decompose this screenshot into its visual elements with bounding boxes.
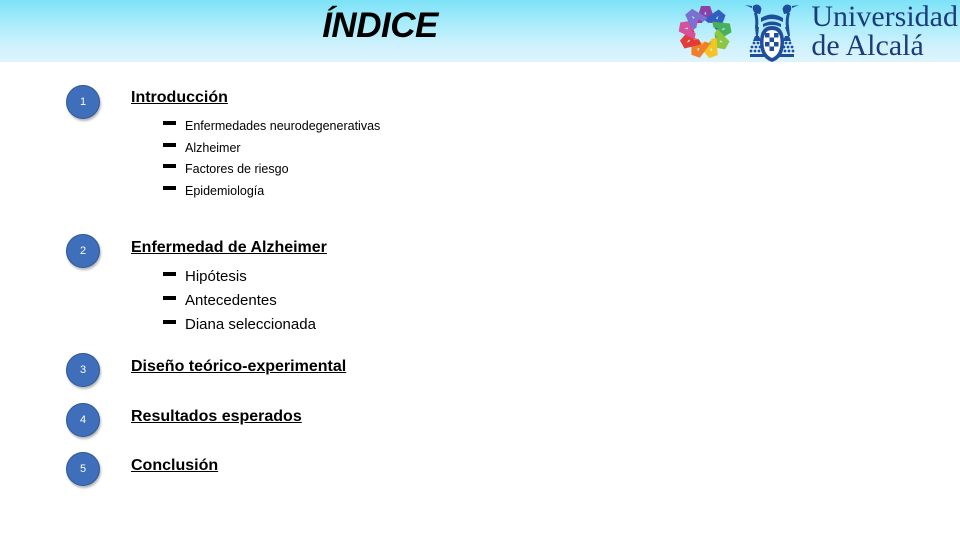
subitem-label: Factores de riesgo (185, 162, 289, 176)
index-list: 1 Introducción Enfermedades neurodegener… (0, 62, 960, 540)
list-item: Factores de riesgo (163, 159, 380, 181)
dash-bullet-icon (163, 320, 176, 324)
subitem-label: Epidemiología (185, 183, 265, 198)
section-number-label: 3 (79, 364, 87, 376)
section-number-label: 1 (79, 96, 87, 108)
section-number-badge-4: 4 (66, 403, 100, 437)
wordmark-line-1: Universidad (811, 0, 958, 33)
storks-crest-icon (745, 4, 800, 62)
list-item: Enfermedades neurodegenerativas (163, 116, 380, 138)
section-number-label: 2 (79, 245, 87, 257)
list-item: Alzheimer (163, 138, 380, 160)
section-number-badge-1: 1 (66, 85, 100, 119)
section-number-badge-5: 5 (66, 452, 100, 486)
section-heading-2[interactable]: Enfermedad de Alzheimer (131, 239, 327, 257)
list-item: Antecedentes (163, 289, 316, 313)
colored-rosette-icon (679, 6, 732, 59)
subitem-label: Enfermedades neurodegenerativas (185, 119, 381, 133)
wordmark-line-2: de Alcalá (811, 29, 924, 62)
section-subitems-2: Hipótesis Antecedentes Diana seleccionad… (163, 265, 316, 337)
subitem-label: Diana seleccionada (185, 316, 316, 333)
section-heading-3[interactable]: Diseño teórico-experimental (131, 358, 346, 376)
university-wordmark: Universidad de Alcalá (811, 0, 958, 63)
dash-bullet-icon (163, 164, 176, 168)
section-heading-5[interactable]: Conclusión (131, 457, 218, 475)
dash-bullet-icon (163, 296, 176, 300)
section-number-badge-3: 3 (66, 353, 100, 387)
list-item: Epidemiología (163, 181, 380, 203)
section-number-badge-2: 2 (66, 234, 100, 268)
dash-bullet-icon (163, 185, 176, 190)
university-logo: Universidad de Alcalá (673, 0, 958, 64)
section-subitems-1: Enfermedades neurodegenerativas Alzheime… (163, 116, 380, 202)
page-title: ÍNDICE (322, 6, 438, 45)
dash-bullet-icon (163, 121, 176, 125)
list-item: Diana seleccionada (163, 313, 316, 337)
list-item: Hipótesis (163, 265, 316, 289)
section-heading-1[interactable]: Introducción (131, 89, 228, 107)
dash-bullet-icon (163, 272, 176, 276)
section-number-label: 4 (79, 414, 87, 426)
dash-bullet-icon (163, 142, 176, 147)
subitem-label: Antecedentes (185, 292, 277, 309)
subitem-label: Hipótesis (185, 268, 247, 285)
section-number-label: 5 (79, 463, 87, 475)
section-heading-4[interactable]: Resultados esperados (131, 408, 302, 426)
subitem-label: Alzheimer (185, 140, 241, 155)
